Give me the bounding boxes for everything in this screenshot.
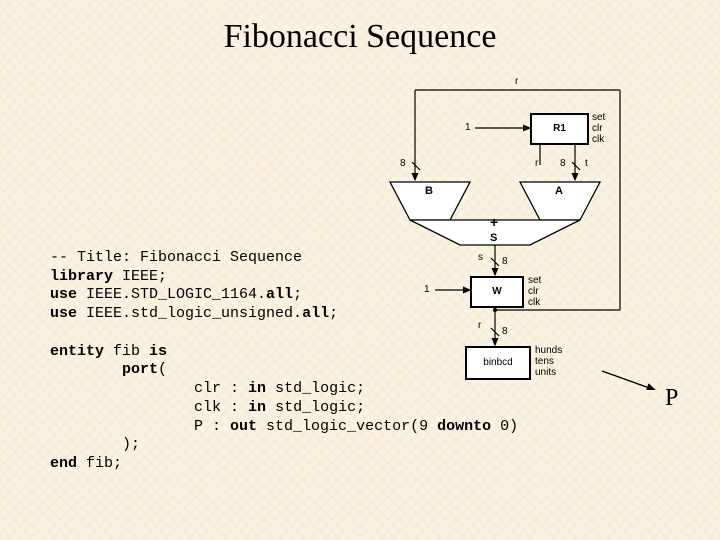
lbl-clr1: clr — [592, 123, 603, 134]
register-r1: R1 — [530, 113, 589, 145]
lbl-clk1: clk — [592, 134, 604, 145]
page-title: Fibonacci Sequence — [0, 0, 720, 56]
lbl-set2: set — [528, 275, 541, 286]
block-diagram: R1 r 1 set clr clk 8 8 r t B A + S s 8 W… — [370, 80, 690, 390]
code-text: clr : — [50, 380, 248, 397]
kw-use: use — [50, 286, 77, 303]
lbl-clr2: clr — [528, 286, 539, 297]
kw-library: library — [50, 268, 113, 285]
lbl-t: t — [585, 158, 588, 169]
w-label: W — [492, 286, 501, 297]
code-text: std_logic; — [266, 399, 365, 416]
lbl-bus8c: 8 — [502, 256, 508, 267]
r1-label: R1 — [553, 123, 566, 134]
lbl-plus: + — [490, 214, 498, 230]
lbl-clk2: clk — [528, 297, 540, 308]
kw-all: all — [266, 286, 293, 303]
binbcd-label: binbcd — [483, 357, 512, 368]
kw-end: end — [50, 455, 77, 472]
kw-port: port — [50, 361, 158, 378]
code-text: P : — [50, 418, 230, 435]
code-text: std_logic_vector(9 — [257, 418, 437, 435]
kw-out: out — [230, 418, 257, 435]
code-line-comment: -- Title: Fibonacci Sequence — [50, 249, 302, 266]
lbl-r2: r — [535, 158, 538, 169]
code-text: clk : — [50, 399, 248, 416]
lbl-B: B — [425, 185, 433, 197]
lbl-r3: r — [478, 320, 481, 331]
lbl-S: S — [490, 232, 497, 244]
code-text: IEEE.STD_LOGIC_1164. — [77, 286, 266, 303]
lbl-set1: set — [592, 112, 605, 123]
code-text: ( — [158, 361, 167, 378]
lbl-one-top: 1 — [465, 122, 471, 133]
kw-all: all — [302, 305, 329, 322]
lbl-r-top: r — [515, 76, 518, 87]
register-w: W — [470, 276, 524, 308]
lbl-hunds: hunds — [535, 345, 562, 356]
binbcd-block: binbcd — [465, 346, 531, 380]
code-text: ; — [329, 305, 338, 322]
kw-in: in — [248, 399, 266, 416]
kw-is: is — [149, 343, 167, 360]
lbl-one-bot: 1 — [424, 284, 430, 295]
kw-use: use — [50, 305, 77, 322]
lbl-bus8d: 8 — [502, 326, 508, 337]
p-output-label: P — [665, 385, 678, 412]
code-text: fib — [104, 343, 149, 360]
code-text: ; — [293, 286, 302, 303]
lbl-A: A — [555, 185, 563, 197]
lbl-units: units — [535, 367, 556, 378]
lbl-bus8b: 8 — [560, 158, 566, 169]
code-text: fib; — [77, 455, 122, 472]
lbl-bus8a: 8 — [400, 158, 406, 169]
code-text: std_logic; — [266, 380, 365, 397]
code-text: ); — [50, 436, 140, 453]
code-text: IEEE; — [113, 268, 167, 285]
kw-in: in — [248, 380, 266, 397]
code-text: IEEE.std_logic_unsigned. — [77, 305, 302, 322]
lbl-s-small: s — [478, 252, 483, 263]
code-text: 0) — [491, 418, 518, 435]
lbl-tens: tens — [535, 356, 554, 367]
kw-downto: downto — [437, 418, 491, 435]
kw-entity: entity — [50, 343, 104, 360]
